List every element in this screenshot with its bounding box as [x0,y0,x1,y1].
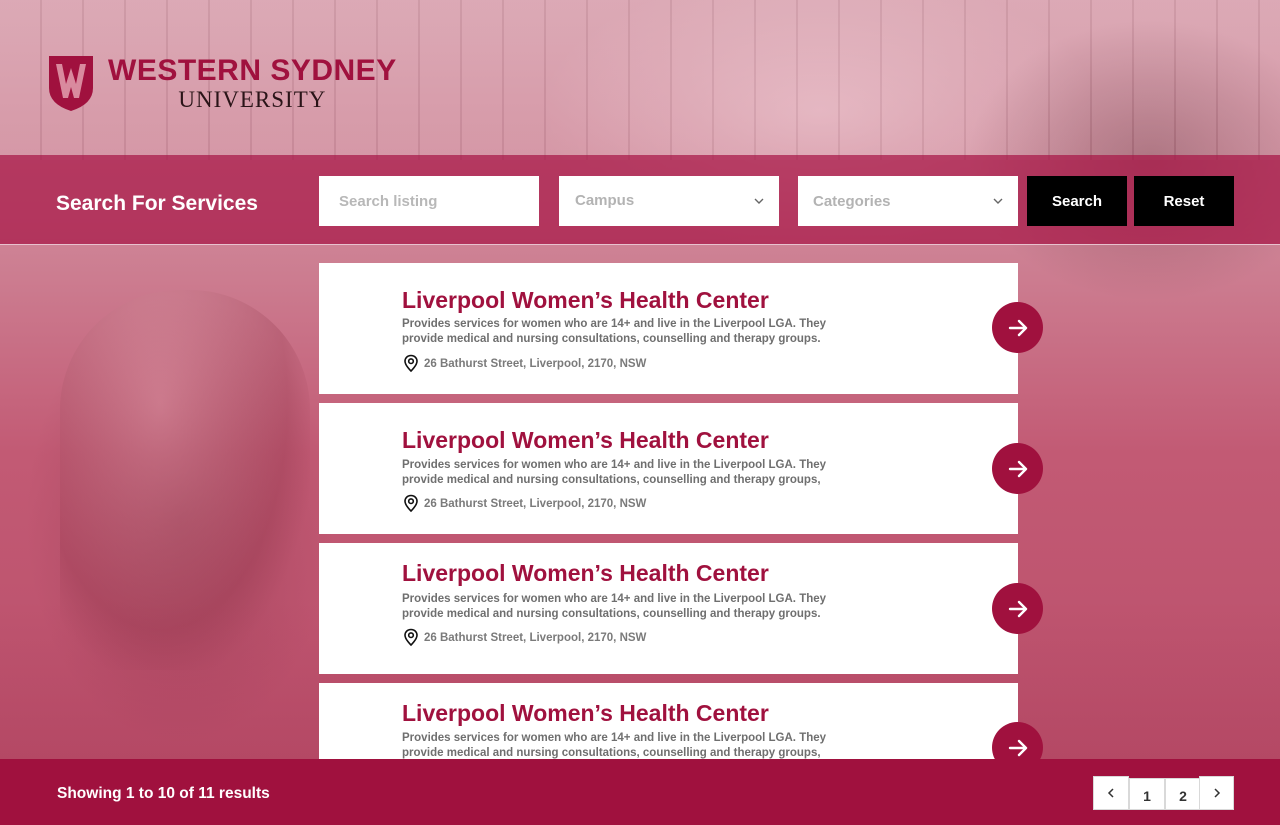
listing-description: Provides services for women who are 14+ … [402,732,827,759]
arrow-right-icon [1008,739,1027,756]
search-button[interactable]: Search [1027,176,1127,226]
page-2-button[interactable]: 2 [1165,778,1201,810]
listing-card[interactable]: Liverpool Women’s Health Center Provides… [319,403,1043,534]
reset-button[interactable]: Reset [1134,176,1234,226]
listing-address: 26 Bathurst Street, Liverpool, 2170, NSW [402,628,646,647]
logo-name-line2: UNIVERSITY [178,86,327,112]
search-listing-field[interactable] [319,176,539,226]
page-number: 2 [1179,788,1187,804]
listing-title[interactable]: Liverpool Women’s Health Center [402,700,769,727]
listing-address: 26 Bathurst Street, Liverpool, 2170, NSW [402,494,646,513]
listing-title[interactable]: Liverpool Women’s Health Center [402,560,769,587]
search-listing-input[interactable] [339,192,519,210]
campus-select-label: Campus [575,191,635,209]
listing-card[interactable]: Liverpool Women’s Health Center Provides… [319,263,1043,394]
listing-address: 26 Bathurst Street, Liverpool, 2170, NSW [402,354,646,373]
arrow-right-icon [1008,319,1027,336]
listing-title[interactable]: Liverpool Women’s Health Center [402,287,769,314]
listing-card[interactable]: Liverpool Women’s Health Center Provides… [319,543,1043,674]
categories-select-label: Categories [813,192,891,210]
search-title: Search For Services [56,192,258,215]
categories-select[interactable]: Categories [798,176,1018,226]
results-count: Showing 1 to 10 of 11 results [57,785,270,802]
location-pin-icon [404,628,418,647]
chevron-down-icon [754,198,764,204]
location-pin-icon [404,354,418,373]
arrow-right-icon [1008,600,1027,617]
page-number: 1 [1143,788,1151,804]
listing-address-text: 26 Bathurst Street, Liverpool, 2170, NSW [424,357,647,370]
listing-address-text: 26 Bathurst Street, Liverpool, 2170, NSW [424,497,647,510]
arrow-right-icon [1008,460,1027,477]
chevron-right-icon [1213,788,1220,798]
open-listing-button[interactable] [992,583,1043,634]
campus-select[interactable]: Campus [559,176,779,226]
listing-description: Provides services for women who are 14+ … [402,318,827,345]
open-listing-button[interactable] [992,443,1043,494]
page-1-button[interactable]: 1 [1129,778,1165,810]
listing-title[interactable]: Liverpool Women’s Health Center [402,427,769,454]
chevron-down-icon [993,198,1003,204]
listing-address-text: 26 Bathurst Street, Liverpool, 2170, NSW [424,631,647,644]
listing-description: Provides services for women who are 14+ … [402,593,827,620]
university-logo[interactable]: WESTERN SYDNEY UNIVERSITY [48,54,397,112]
open-listing-button[interactable] [992,302,1043,353]
logo-name-line1: WESTERN SYDNEY [108,53,397,87]
shield-icon [49,56,93,111]
listing-description: Provides services for women who are 14+ … [402,459,827,486]
previous-page-button[interactable] [1093,776,1129,810]
location-pin-icon [404,494,418,513]
chevron-left-icon [1107,788,1114,798]
next-page-button[interactable] [1199,776,1234,810]
